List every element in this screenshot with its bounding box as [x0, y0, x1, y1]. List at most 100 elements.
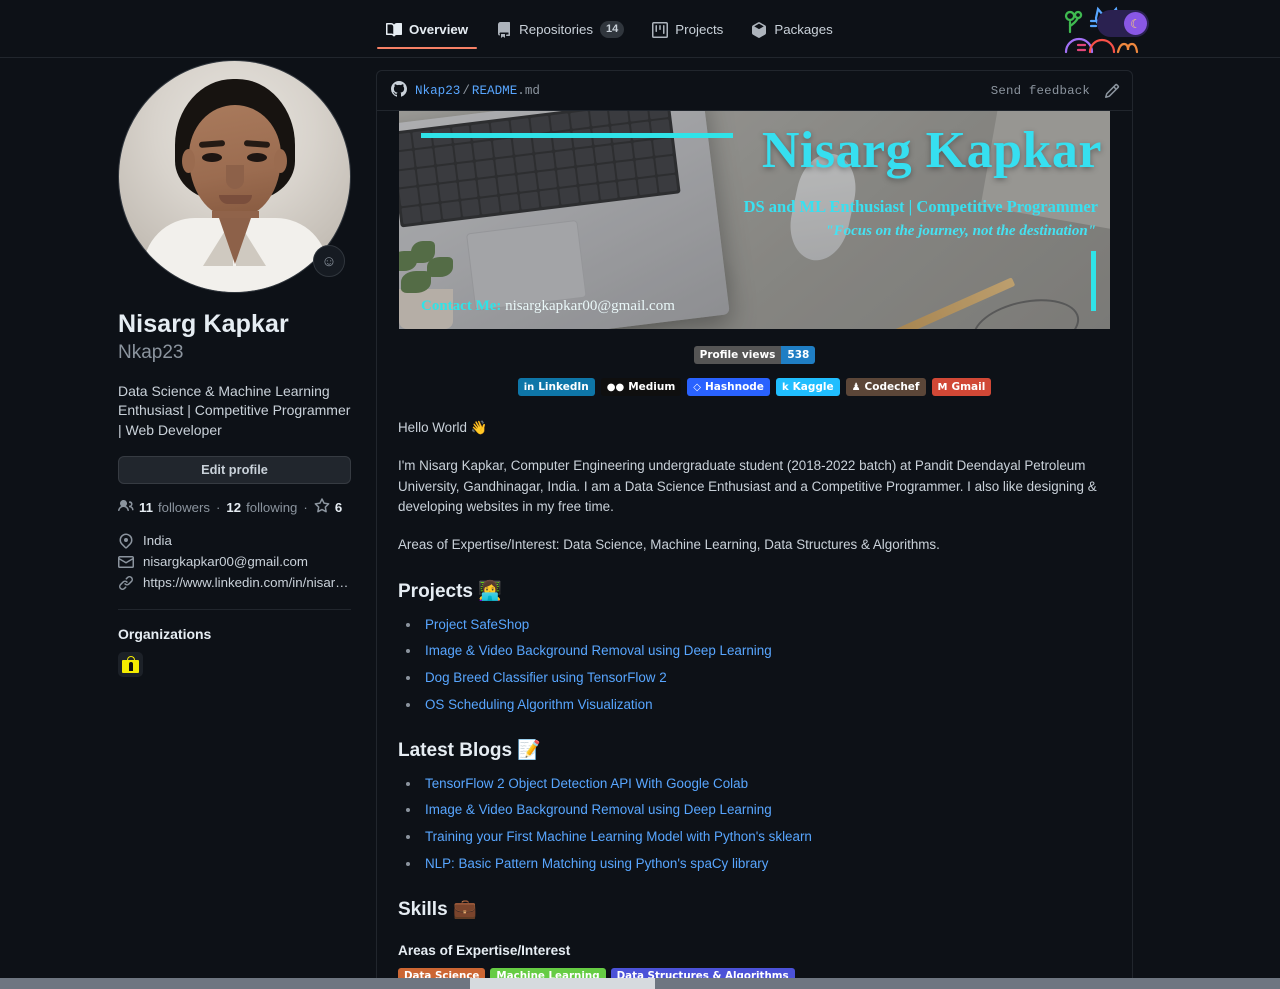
blog-link[interactable]: Training your First Machine Learning Mod… [425, 829, 812, 844]
blogs-list: TensorFlow 2 Object Detection API With G… [398, 774, 1111, 874]
list-item: OS Scheduling Algorithm Visualization [398, 695, 1111, 715]
readme-breadcrumb: Nkap23/README.md [391, 81, 540, 100]
horizontal-scrollbar[interactable] [0, 978, 1280, 989]
send-feedback-link[interactable]: Send feedback [991, 84, 1090, 98]
banner-quote: "Focus on the journey, not the destinati… [825, 223, 1096, 239]
readme-owner: Nkap23 [415, 83, 461, 98]
tab-packages[interactable]: Packages [742, 21, 841, 49]
tab-overview[interactable]: Overview [377, 21, 478, 49]
profile-meta-list: India nisargkapkar00@gmail.com https://w… [118, 533, 351, 591]
linkedin-badge[interactable]: in LinkedIn [517, 378, 595, 396]
gmail-label: Gmail [951, 381, 986, 393]
codechef-badge[interactable]: ♟ Codechef [845, 378, 926, 396]
social-badges-row: in LinkedIn ●● Medium ◇ Hashnode k Kaggl… [377, 378, 1132, 396]
list-item: Image & Video Background Removal using D… [398, 641, 1111, 661]
linkedin-label: LinkedIn [538, 381, 589, 393]
profile-username: Nkap23 [118, 342, 184, 364]
project-link[interactable]: Project SafeShop [425, 617, 529, 632]
list-item: Training your First Machine Learning Mod… [398, 827, 1111, 847]
project-link[interactable]: Dog Breed Classifier using TensorFlow 2 [425, 670, 667, 685]
edit-profile-button[interactable]: Edit profile [118, 455, 351, 484]
meta-email-text: nisargkapkar00@gmail.com [143, 554, 309, 570]
stars-link[interactable]: 6 [314, 498, 342, 517]
readme-file-base: README [471, 83, 518, 98]
meta-email[interactable]: nisargkapkar00@gmail.com [118, 554, 351, 570]
organizations-title: Organizations [118, 625, 212, 642]
technologist-icon: 👩‍💻 [478, 579, 502, 602]
medium-icon: ●● [606, 381, 625, 393]
dark-mode-toggle[interactable]: ☾ [1097, 10, 1149, 37]
list-item: TensorFlow 2 Object Detection API With G… [398, 774, 1111, 794]
medium-label: Medium [628, 381, 676, 393]
profile-readme-card: Nkap23/README.md Send feedback Nisarg Ka… [376, 70, 1133, 989]
following-link[interactable]: 12 following [226, 500, 297, 515]
intro-paragraph: I'm Nisarg Kapkar, Computer Engineering … [398, 457, 1097, 515]
blogs-heading: Latest Blogs 📝 [398, 738, 1111, 764]
kaggle-label: Kaggle [792, 381, 834, 393]
gmail-badge[interactable]: M Gmail [931, 378, 992, 396]
following-count: 12 [226, 499, 242, 515]
blog-link[interactable]: NLP: Basic Pattern Matching using Python… [425, 856, 768, 871]
path-slash: / [462, 83, 470, 98]
followers-count: 11 [139, 499, 153, 515]
tab-repositories[interactable]: Repositories 14 [487, 21, 633, 49]
kaggle-icon: k [781, 381, 789, 393]
link-icon [118, 575, 134, 591]
readme-header: Nkap23/README.md Send feedback [377, 71, 1132, 111]
banner-contact-label: Contact Me: [421, 298, 502, 314]
profile-views-badge[interactable]: Profile views 538 [693, 346, 816, 364]
blog-link[interactable]: TensorFlow 2 Object Detection API With G… [425, 776, 748, 791]
banner-name: Nisarg Kapkar [761, 122, 1102, 179]
tab-label: Projects [675, 22, 724, 37]
projects-heading: Projects 👩‍💻 [398, 579, 1111, 605]
linkedin-icon: in [523, 381, 535, 393]
people-icon [118, 498, 134, 517]
readme-markdown: Hello World 👋 I'm Nisarg Kapkar, Compute… [377, 418, 1132, 988]
octocat-icon [391, 81, 407, 100]
scrollbar-thumb[interactable] [470, 978, 655, 989]
tab-label: Overview [409, 22, 469, 37]
stats-separator-2: · [303, 499, 308, 515]
hashnode-icon: ◇ [693, 381, 701, 393]
project-link[interactable]: Image & Video Background Removal using D… [425, 643, 772, 658]
projects-heading-text: Projects [398, 580, 473, 602]
codechef-icon: ♟ [851, 381, 861, 393]
profile-stats: 11 followers · 12 following · 6 [118, 498, 351, 517]
briefcase-icon: 💼 [452, 897, 477, 920]
profile-bio: Data Science & Machine Learning Enthusia… [118, 382, 351, 438]
medium-badge[interactable]: ●● Medium [600, 378, 682, 396]
set-status-button[interactable]: ☺ [313, 245, 345, 277]
meta-location-text: India [143, 533, 172, 549]
readme-path[interactable]: Nkap23/README.md [415, 84, 540, 98]
banner-side-rule [1091, 251, 1096, 311]
moon-icon: ☾ [1124, 12, 1147, 35]
kaggle-badge[interactable]: k Kaggle [775, 378, 840, 396]
readme-header-actions: Send feedback [991, 83, 1120, 99]
tab-projects[interactable]: Projects [643, 21, 732, 49]
profile-nav-tabs: Overview Repositories 14 Projects Packag… [377, 21, 842, 49]
project-link[interactable]: OS Scheduling Algorithm Visualization [425, 697, 653, 712]
package-icon [751, 21, 767, 38]
meta-website[interactable]: https://www.linkedin.com/in/nisarg-kap..… [118, 575, 351, 591]
stats-separator-1: · [216, 499, 221, 515]
profile-views-value: 538 [781, 346, 816, 364]
expertise-subheading: Areas of Expertise/Interest [398, 942, 571, 958]
profile-header: Overview Repositories 14 Projects Packag… [0, 0, 1280, 58]
skills-heading: Skills 💼 [398, 897, 1111, 923]
meta-website-text: https://www.linkedin.com/in/nisarg-kap..… [143, 575, 351, 591]
repositories-count: 14 [600, 21, 625, 38]
hashnode-badge[interactable]: ◇ Hashnode [687, 378, 770, 396]
star-icon [314, 498, 330, 517]
list-item: Project SafeShop [398, 615, 1111, 635]
organization-avatar[interactable] [118, 651, 143, 677]
location-icon [118, 533, 134, 549]
pencil-icon[interactable] [1104, 83, 1120, 99]
tab-label: Repositories [519, 22, 594, 37]
github-profile-page: Overview Repositories 14 Projects Packag… [0, 0, 1280, 989]
profile-views-row: Profile views 538 [377, 346, 1132, 364]
followers-link[interactable]: 11 followers [118, 498, 210, 517]
blog-link[interactable]: Image & Video Background Removal using D… [425, 802, 772, 817]
readme-body: Nisarg Kapkar DS and ML Enthusiast | Com… [377, 111, 1132, 988]
memo-icon: 📝 [517, 738, 541, 761]
banner-subtitle: DS and ML Enthusiast | Competitive Progr… [743, 197, 1098, 216]
